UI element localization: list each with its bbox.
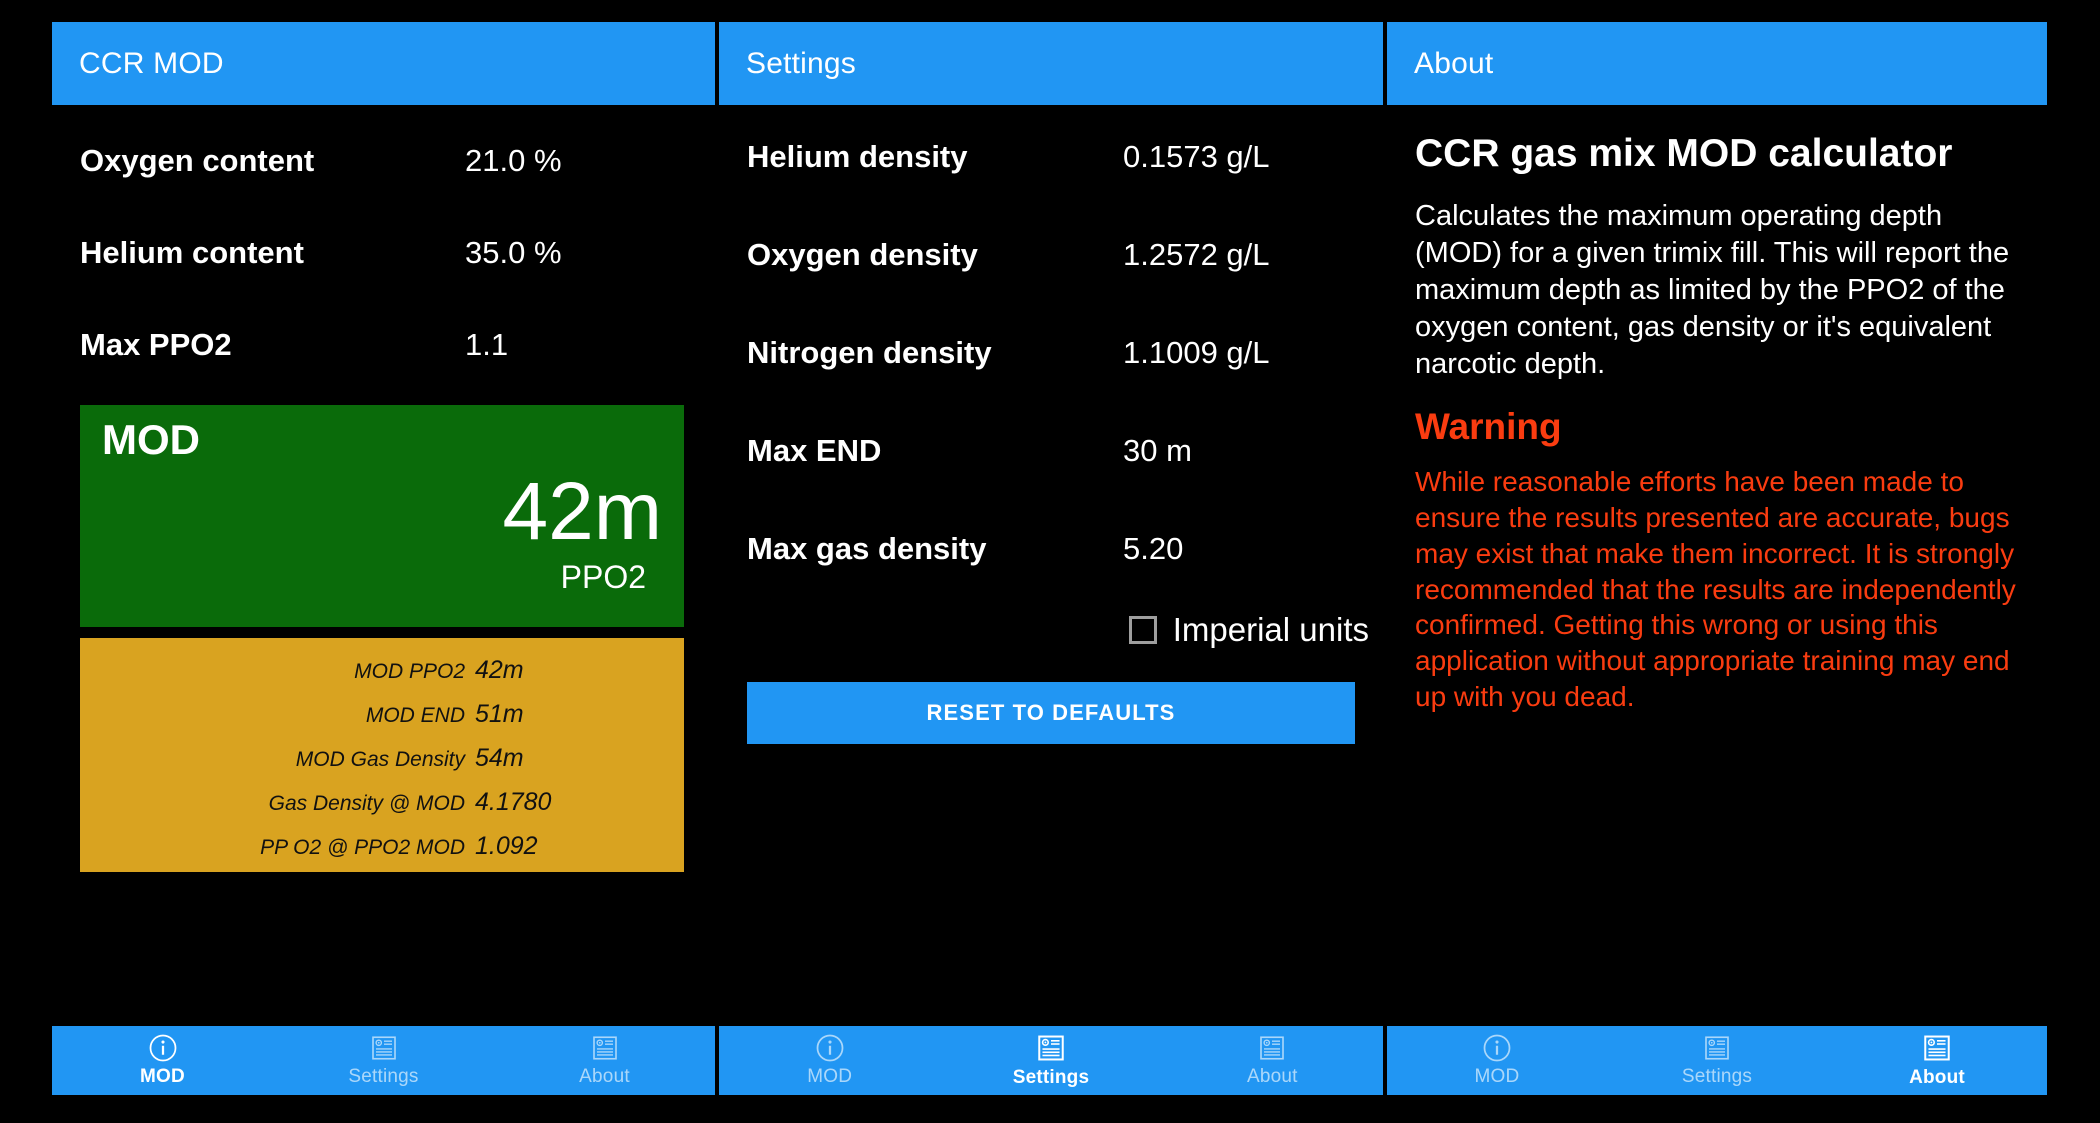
tab-settings[interactable]: Settings bbox=[1607, 1026, 1827, 1095]
field-label: Oxygen content bbox=[80, 143, 315, 178]
mod-detail-table: MOD PPO2 42m MOD END 51m MOD Gas Density… bbox=[80, 638, 684, 872]
detail-value: 42m bbox=[475, 656, 524, 684]
field-value: 1.1009 g/L bbox=[1123, 335, 1270, 370]
detail-value: 1.092 bbox=[475, 832, 538, 860]
field-label: Helium content bbox=[80, 235, 304, 270]
detail-label: MOD PPO2 bbox=[354, 660, 465, 683]
warning-text: While reasonable efforts have been made … bbox=[1415, 466, 2016, 713]
article-icon bbox=[590, 1033, 620, 1063]
imperial-units-checkbox[interactable] bbox=[1128, 616, 1157, 644]
field-value: 35.0 % bbox=[465, 235, 562, 270]
field-label: Max END bbox=[747, 433, 882, 468]
field-label: Helium density bbox=[747, 139, 968, 174]
bottom-nav-mod: MOD Settings About bbox=[52, 1026, 715, 1095]
table-row: MOD Gas Density 54m bbox=[80, 744, 684, 777]
about-heading: CCR gas mix MOD calculator bbox=[1415, 132, 1953, 175]
field-value: 21.0 % bbox=[465, 143, 562, 178]
table-row: Gas Density @ MOD 4.1780 bbox=[80, 788, 684, 821]
appbar-title-settings: Settings bbox=[746, 46, 856, 80]
tab-mod[interactable]: MOD bbox=[1387, 1026, 1607, 1095]
imperial-units-row[interactable]: Imperial units bbox=[719, 611, 1383, 649]
tab-label: Settings bbox=[1012, 1067, 1090, 1088]
tab-label: About bbox=[1246, 1066, 1298, 1087]
setting-row-helium-density[interactable]: Helium density 0.1573 g/L bbox=[719, 105, 1383, 203]
setting-row-nitrogen-density[interactable]: Nitrogen density 1.1009 g/L bbox=[719, 301, 1383, 399]
appbar-title-mod: CCR MOD bbox=[79, 46, 224, 80]
setting-row-max-gas-density[interactable]: Max gas density 5.20 bbox=[719, 497, 1383, 595]
tab-settings[interactable]: Settings bbox=[273, 1026, 494, 1095]
tab-about[interactable]: About bbox=[494, 1026, 715, 1095]
tab-label: MOD bbox=[1474, 1066, 1520, 1087]
mod-result-sub: PPO2 bbox=[560, 559, 646, 596]
info-icon bbox=[1482, 1033, 1512, 1063]
field-row-max-ppo2[interactable]: Max PPO2 1.1 bbox=[52, 289, 715, 381]
field-value: 5.20 bbox=[1123, 531, 1184, 566]
field-row-oxygen-content[interactable]: Oxygen content 21.0 % bbox=[52, 105, 715, 197]
detail-value: 4.1780 bbox=[475, 788, 552, 816]
table-row: PP O2 @ PPO2 MOD 1.092 bbox=[80, 832, 684, 865]
bottom-nav-about: MOD Settings About bbox=[1387, 1026, 2047, 1095]
imperial-units-label: Imperial units bbox=[1172, 611, 1369, 648]
panel-settings: Settings Helium density 0.1573 g/L Oxyge… bbox=[719, 22, 1383, 1095]
mod-result-value: 42m bbox=[502, 466, 662, 558]
field-label: Max gas density bbox=[747, 531, 987, 566]
content-about: CCR gas mix MOD calculator Calculates th… bbox=[1387, 105, 2047, 1026]
detail-label: Gas Density @ MOD bbox=[268, 792, 465, 815]
field-label: Nitrogen density bbox=[747, 335, 992, 370]
tab-settings[interactable]: Settings bbox=[940, 1026, 1161, 1095]
appbar-mod: CCR MOD bbox=[52, 22, 715, 105]
field-label: Max PPO2 bbox=[80, 327, 232, 362]
field-value: 1.1 bbox=[465, 327, 509, 362]
article-icon bbox=[1702, 1033, 1732, 1063]
detail-label: MOD END bbox=[365, 704, 465, 727]
detail-value: 54m bbox=[475, 744, 524, 772]
reset-to-defaults-button[interactable]: RESET TO DEFAULTS bbox=[747, 682, 1355, 744]
tab-about[interactable]: About bbox=[1827, 1026, 2047, 1095]
mod-result-label: MOD bbox=[102, 416, 200, 463]
detail-label: MOD Gas Density bbox=[295, 748, 465, 771]
article-icon bbox=[1921, 1032, 1953, 1064]
appbar-about: About bbox=[1387, 22, 2047, 105]
mod-input-list: Oxygen content 21.0 % Helium content 35.… bbox=[52, 105, 715, 381]
appbar-settings: Settings bbox=[719, 22, 1383, 105]
article-icon bbox=[369, 1033, 399, 1063]
setting-row-oxygen-density[interactable]: Oxygen density 1.2572 g/L bbox=[719, 203, 1383, 301]
tab-about[interactable]: About bbox=[1162, 1026, 1383, 1095]
content-mod: Oxygen content 21.0 % Helium content 35.… bbox=[52, 105, 715, 1026]
app-screen: CCR MOD Oxygen content 21.0 % Helium con… bbox=[0, 0, 2100, 1123]
info-icon bbox=[815, 1033, 845, 1063]
setting-row-max-end[interactable]: Max END 30 m bbox=[719, 399, 1383, 497]
field-row-helium-content[interactable]: Helium content 35.0 % bbox=[52, 197, 715, 289]
appbar-title-about: About bbox=[1414, 46, 1494, 80]
table-row: MOD END 51m bbox=[80, 700, 684, 733]
detail-value: 51m bbox=[475, 700, 524, 728]
tab-mod[interactable]: MOD bbox=[52, 1026, 273, 1095]
tab-label: Settings bbox=[348, 1066, 419, 1087]
warning-heading: Warning bbox=[1415, 406, 1562, 448]
tab-label: MOD bbox=[807, 1066, 853, 1087]
tab-label: MOD bbox=[140, 1066, 185, 1087]
tab-label: About bbox=[579, 1066, 630, 1087]
field-label: Oxygen density bbox=[747, 237, 978, 272]
panel-mod: CCR MOD Oxygen content 21.0 % Helium con… bbox=[52, 22, 715, 1095]
article-icon bbox=[1257, 1033, 1287, 1063]
content-settings: Helium density 0.1573 g/L Oxygen density… bbox=[719, 105, 1383, 1026]
field-value: 30 m bbox=[1123, 433, 1192, 468]
tab-label: Settings bbox=[1681, 1066, 1753, 1087]
mod-result-box: MOD 42m PPO2 bbox=[80, 405, 684, 627]
article-icon bbox=[1035, 1032, 1067, 1064]
bottom-nav-settings: MOD Settings About bbox=[719, 1026, 1383, 1095]
detail-label: PP O2 @ PPO2 MOD bbox=[260, 836, 465, 859]
field-value: 1.2572 g/L bbox=[1123, 237, 1270, 272]
about-description: Calculates the maximum operating depth (… bbox=[1415, 199, 2010, 381]
tab-mod[interactable]: MOD bbox=[719, 1026, 940, 1095]
table-row: MOD PPO2 42m bbox=[80, 656, 684, 689]
panel-about: About CCR gas mix MOD calculator Calcula… bbox=[1387, 22, 2047, 1095]
tab-label: About bbox=[1909, 1067, 1965, 1088]
info-icon bbox=[148, 1033, 178, 1063]
field-value: 0.1573 g/L bbox=[1123, 139, 1270, 174]
